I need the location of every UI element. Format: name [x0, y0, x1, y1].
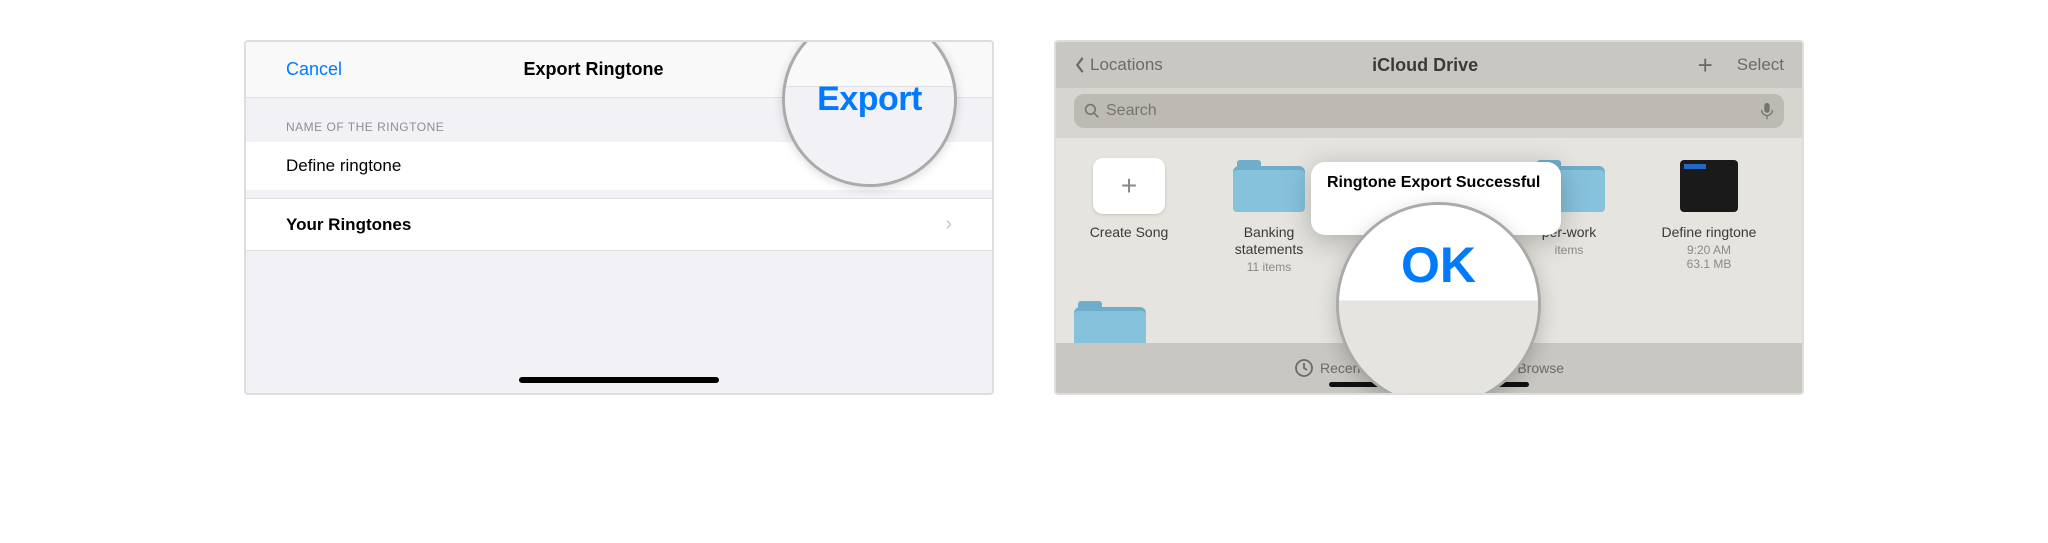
item-size: 63.1 MB — [1687, 257, 1732, 271]
chevron-right-icon: › — [945, 213, 952, 236]
export-button[interactable]: Export — [817, 80, 922, 118]
page-title: iCloud Drive — [1173, 55, 1678, 76]
item-label: Define ringtone — [1662, 224, 1757, 241]
popover-title: Ringtone Export Successful — [1327, 174, 1545, 192]
search-icon — [1084, 103, 1100, 119]
page-title: Export Ringtone — [342, 59, 845, 80]
ok-button[interactable]: OK — [1401, 236, 1476, 294]
folder-banking-statements[interactable]: Banking statements 11 items — [1214, 156, 1324, 343]
add-button[interactable]: + — [1698, 50, 1713, 81]
export-ringtone-screen: Cancel Export Ringtone Export NAME OF TH… — [244, 40, 994, 395]
clock-icon — [1294, 358, 1314, 378]
back-label: Locations — [1090, 55, 1163, 75]
document-icon — [1680, 160, 1738, 212]
nav-bar: Locations iCloud Drive + Select — [1056, 42, 1802, 88]
your-ringtones-label: Your Ringtones — [286, 215, 411, 235]
home-indicator — [519, 377, 719, 383]
tab-label: Browse — [1517, 360, 1564, 376]
cancel-button[interactable]: Cancel — [286, 59, 342, 80]
folder-icon — [1233, 160, 1305, 212]
item-label: Banking statements — [1214, 224, 1324, 258]
microphone-icon[interactable] — [1760, 102, 1774, 120]
plus-icon: + — [1093, 158, 1165, 214]
ringtone-name-value: Define ringtone — [286, 156, 401, 176]
callout-magnifier-export: Export — [782, 40, 957, 187]
icloud-drive-screen: Locations iCloud Drive + Select Search +… — [1054, 40, 1804, 395]
item-label: Create Song — [1090, 224, 1169, 241]
callout-magnifier-ok: OK — [1336, 202, 1541, 395]
your-ringtones-row[interactable]: Your Ringtones › — [246, 198, 992, 251]
item-meta: 11 items — [1247, 260, 1291, 274]
chevron-left-icon — [1074, 56, 1086, 74]
item-meta: items — [1555, 243, 1584, 257]
search-input[interactable]: Search — [1074, 94, 1784, 128]
back-button[interactable]: Locations — [1074, 55, 1163, 75]
select-button[interactable]: Select — [1737, 55, 1784, 75]
item-time: 9:20 AM — [1687, 243, 1731, 257]
search-placeholder: Search — [1106, 102, 1754, 120]
file-define-ringtone[interactable]: Define ringtone 9:20 AM 63.1 MB — [1654, 156, 1764, 343]
